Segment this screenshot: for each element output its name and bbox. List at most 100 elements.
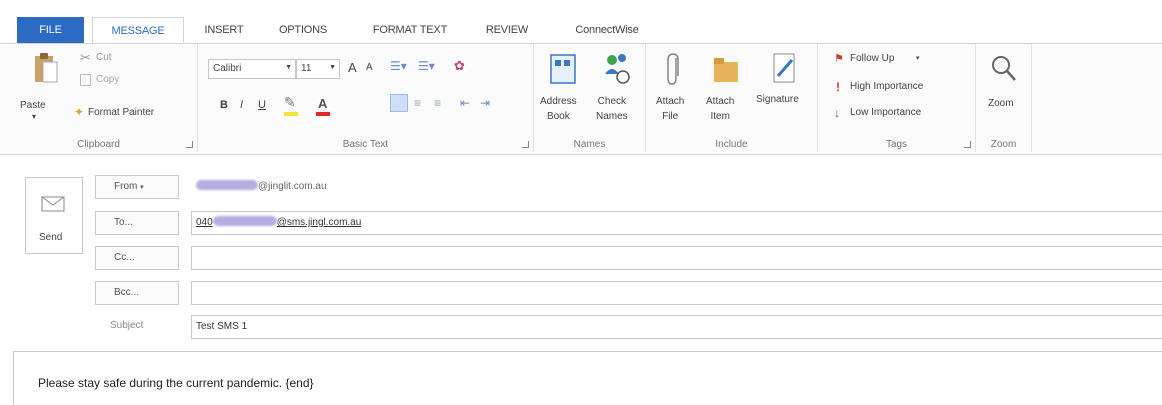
- bcc-field[interactable]: [191, 281, 1162, 305]
- clipboard-launcher-icon[interactable]: [186, 141, 193, 148]
- to-suffix: @sms.jingl.com.au: [276, 217, 362, 228]
- check-names-button[interactable]: Check Names: [592, 48, 642, 134]
- tab-format-text[interactable]: FORMAT TEXT: [360, 17, 460, 43]
- signature-button[interactable]: Signature: [754, 48, 814, 134]
- align-left-icon[interactable]: [390, 94, 408, 112]
- align-right-icon[interactable]: ≡: [434, 96, 441, 110]
- tab-insert[interactable]: INSERT: [196, 17, 252, 43]
- send-button[interactable]: Send: [25, 177, 83, 254]
- to-button[interactable]: To...: [95, 211, 179, 235]
- check-names-label: Check Names: [596, 96, 628, 122]
- chevron-down-icon: ▾: [916, 55, 920, 62]
- include-group-label: Include: [715, 139, 748, 150]
- paperclip-icon: [667, 53, 679, 85]
- highlight-icon[interactable]: ✎: [284, 94, 296, 111]
- attach-file-label: Attach File: [656, 96, 685, 122]
- message-body[interactable]: Please stay safe during the current pand…: [13, 351, 1162, 405]
- copy-icon: [80, 74, 91, 86]
- message-body-text: Please stay safe during the current pand…: [38, 376, 314, 390]
- font-color-bar: [316, 112, 330, 116]
- format-painter-button[interactable]: ✦ Format Painter: [74, 105, 194, 123]
- chevron-down-icon: ▼: [285, 64, 292, 71]
- subject-field[interactable]: Test SMS 1: [191, 315, 1162, 339]
- align-center-icon[interactable]: ≡: [414, 96, 421, 110]
- send-icon: [41, 196, 65, 212]
- ribbon: Paste ▾ ✂ Cut Copy ✦ Format Painter Clip…: [0, 43, 1162, 155]
- decrease-indent-icon[interactable]: ⇤: [460, 96, 470, 110]
- attach-file-button[interactable]: Attach File: [652, 48, 696, 134]
- high-importance-button[interactable]: ! High Importance: [834, 80, 964, 98]
- from-domain: @jinglit.com.au: [258, 181, 327, 192]
- tab-options[interactable]: OPTIONS: [268, 17, 338, 43]
- from-label: From: [114, 181, 138, 192]
- attach-item-icon: [714, 58, 738, 82]
- tab-connectwise[interactable]: ConnectWise: [556, 17, 658, 43]
- font-size-select[interactable]: 11 ▼: [296, 59, 340, 79]
- send-label: Send: [39, 232, 63, 243]
- signature-icon: [773, 53, 795, 83]
- zoom-group: Zoom Zoom: [976, 44, 1032, 152]
- include-group: Attach File Attach Item Signature Includ…: [646, 44, 818, 152]
- tab-review[interactable]: REVIEW: [474, 17, 540, 43]
- increase-indent-icon[interactable]: ⇥: [480, 96, 490, 110]
- scissors-icon: ✂: [80, 50, 91, 65]
- down-arrow-icon: ↓: [834, 106, 840, 120]
- grow-font-button[interactable]: A: [348, 60, 357, 75]
- bullets-icon[interactable]: ☰▾: [390, 59, 407, 73]
- address-book-icon: [550, 54, 576, 84]
- format-painter-label: Format Painter: [88, 107, 155, 118]
- cc-button[interactable]: Cc...: [95, 246, 179, 270]
- font-name-value: Calibri: [213, 63, 242, 74]
- underline-button[interactable]: U: [258, 99, 266, 111]
- clipboard-group-label: Clipboard: [77, 139, 120, 150]
- chevron-down-icon: ▼: [329, 64, 336, 71]
- address-book-button[interactable]: Address Book: [538, 48, 588, 134]
- cut-label: Cut: [96, 52, 112, 63]
- flag-icon: ⚑: [834, 53, 844, 65]
- basic-text-group-label: Basic Text: [342, 139, 389, 150]
- follow-up-label: Follow Up: [850, 53, 895, 64]
- ribbon-tabs: FILE MESSAGE INSERT OPTIONS FORMAT TEXT …: [0, 17, 1162, 44]
- font-size-value: 11: [301, 63, 312, 74]
- follow-up-button[interactable]: ⚑ Follow Up ▾: [834, 52, 964, 70]
- zoom-group-label: Zoom: [990, 139, 1017, 150]
- cc-field[interactable]: [191, 246, 1162, 270]
- paste-icon: [35, 53, 58, 83]
- tab-file[interactable]: FILE: [17, 17, 84, 43]
- bcc-button[interactable]: Bcc...: [95, 281, 179, 305]
- attach-item-button[interactable]: Attach Item: [700, 48, 750, 134]
- tags-launcher-icon[interactable]: [964, 141, 971, 148]
- paste-button[interactable]: Paste ▾: [20, 50, 68, 124]
- to-recipient[interactable]: 040 @sms.jingl.com.au: [196, 216, 362, 228]
- tab-message[interactable]: MESSAGE: [92, 17, 184, 44]
- cut-button[interactable]: ✂ Cut: [80, 50, 140, 68]
- exclamation-icon: !: [836, 80, 840, 94]
- numbering-icon[interactable]: ☰▾: [418, 59, 435, 73]
- font-name-select[interactable]: Calibri ▼: [208, 59, 296, 79]
- font-color-icon[interactable]: A: [318, 96, 327, 111]
- tags-group-label: Tags: [885, 139, 908, 150]
- attach-item-label: Attach Item: [706, 96, 735, 122]
- low-importance-button[interactable]: ↓ Low Importance: [834, 106, 964, 124]
- basic-text-group: Calibri ▼ 11 ▼ A A ☰▾ ☰▾ ✿ B I U ✎ A ≡ ≡…: [198, 44, 534, 152]
- high-importance-label: High Importance: [850, 81, 924, 92]
- bold-button[interactable]: B: [220, 99, 228, 111]
- tags-group: ⚑ Follow Up ▾ ! High Importance ↓ Low Im…: [818, 44, 976, 152]
- zoom-button[interactable]: Zoom: [980, 48, 1028, 134]
- from-button[interactable]: From ▾: [95, 175, 179, 199]
- to-field[interactable]: 040 @sms.jingl.com.au: [191, 211, 1162, 235]
- from-value: @jinglit.com.au: [196, 175, 327, 199]
- magnifier-icon: [992, 56, 1016, 81]
- shrink-font-button[interactable]: A: [366, 62, 373, 73]
- chevron-down-icon: ▾: [32, 112, 37, 121]
- paste-label: Paste: [20, 100, 46, 111]
- highlight-color-bar: [284, 112, 298, 116]
- italic-button[interactable]: I: [240, 99, 243, 111]
- copy-label: Copy: [96, 74, 120, 85]
- clear-formatting-icon[interactable]: ✿: [454, 58, 465, 74]
- copy-button[interactable]: Copy: [80, 72, 140, 90]
- basic-text-launcher-icon[interactable]: [522, 141, 529, 148]
- subject-label: Subject: [110, 320, 144, 331]
- redacted-mark: [212, 216, 277, 227]
- zoom-label: Zoom: [988, 98, 1014, 109]
